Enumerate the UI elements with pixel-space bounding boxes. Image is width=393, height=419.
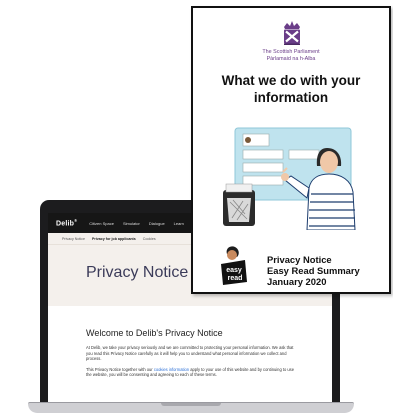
cookies-paragraph-text-start: This Privacy Notice together with our	[86, 366, 154, 372]
easy-read-booklet: The Scottish Parliament Pàrlamaid na h-A…	[191, 6, 391, 294]
nav-item-dialogue[interactable]: Dialogue	[149, 221, 165, 226]
breadcrumb-privacy-notice[interactable]: Privacy Notice	[62, 237, 85, 241]
person-with-forms-illustration	[223, 127, 356, 230]
parliament-name-english: The Scottish Parliament	[262, 49, 320, 55]
breadcrumb-job-applicants[interactable]: Privacy for job applicants	[92, 237, 136, 241]
easy-read-logo-bottom-text: read	[228, 275, 243, 282]
laptop-base	[28, 402, 354, 413]
privacy-notice-label: Privacy Notice	[267, 254, 332, 265]
booklet-title-line1: What we do with your	[221, 73, 361, 88]
delib-logo[interactable]: Delib®	[56, 218, 77, 227]
nav-item-citizen-space[interactable]: Citizen Space	[89, 221, 114, 226]
nav-item-simulator[interactable]: Simulator	[123, 221, 140, 226]
page-title: Privacy Notice	[86, 264, 189, 281]
breadcrumb-cookies[interactable]: Cookies	[143, 237, 156, 241]
publication-date: January 2020	[267, 276, 327, 287]
welcome-heading: Welcome to Delib's Privacy Notice	[86, 328, 223, 338]
nav-item-learn[interactable]: Learn	[174, 221, 184, 226]
main-content: Welcome to Delib's Privacy Notice At Del…	[48, 306, 332, 378]
parliament-name-gaelic: Pàrlamaid na h-Alba	[266, 56, 316, 62]
easy-read-summary-label: Easy Read Summary	[267, 265, 360, 276]
easy-read-logo-icon: easy read	[221, 246, 247, 285]
cookies-information-link[interactable]: cookies information	[154, 367, 189, 372]
scottish-parliament-crest-icon	[284, 21, 300, 45]
intro-paragraph: At Delib, we take your privacy seriously…	[86, 345, 294, 362]
booklet-title: What we do with your information	[193, 72, 389, 106]
easy-read-logo-top-text: easy	[226, 267, 242, 274]
booklet-title-line2: information	[253, 90, 329, 105]
laptop-notch	[161, 403, 221, 406]
cookies-paragraph: This Privacy Notice together with our co…	[86, 367, 298, 378]
